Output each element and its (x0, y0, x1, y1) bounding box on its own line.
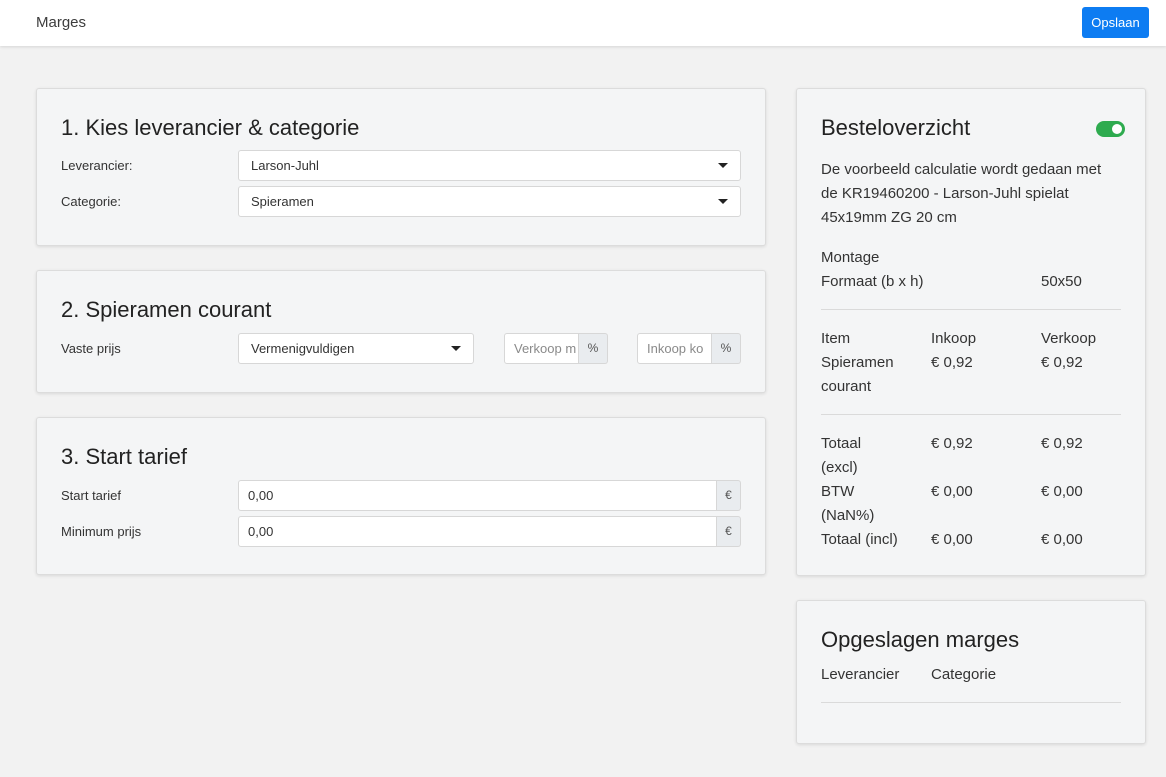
total-excl-label: Totaal (821, 435, 862, 452)
total-excl-label: (excl) (821, 459, 858, 476)
chevron-down-icon (718, 199, 728, 204)
minimum-price-label: Minimum prijs (61, 524, 142, 539)
section-title: 2. Spieramen courant (61, 297, 272, 322)
fixed-price-label: Vaste prijs (61, 341, 121, 356)
overview-title: Besteloverzicht (821, 115, 971, 140)
section-title: 1. Kies leverancier & categorie (61, 115, 360, 140)
divider (821, 702, 1121, 703)
overview-description: De voorbeeld calculatie wordt gedaan met (821, 161, 1102, 178)
top-bar: Marges Opslaan (0, 0, 1166, 46)
percent-addon: % (712, 333, 741, 364)
supplier-category-card: 1. Kies leverancier & categorie Leveranc… (36, 88, 766, 246)
minimum-price-input[interactable]: 0,00 (238, 516, 717, 547)
overview-description: de KR19460200 - Larson-Juhl spielat (821, 185, 1069, 202)
supplier-select-value: Larson-Juhl (251, 158, 319, 173)
calculation-method-value: Vermenigvuldigen (251, 341, 355, 356)
euro-addon: € (717, 480, 741, 511)
overview-description: 45x19mm ZG 20 cm (821, 209, 957, 226)
category-select-value: Spieramen (251, 194, 314, 209)
page-title: Marges (36, 14, 87, 31)
item-sale-price: € 0,92 (1041, 354, 1083, 371)
chevron-down-icon (451, 346, 461, 351)
category-select[interactable]: Spieramen (238, 186, 741, 217)
start-rate-card: 3. Start tarief Start tarief 0,00 € Mini… (36, 417, 766, 575)
divider (821, 309, 1121, 310)
format-value: 50x50 (1041, 273, 1082, 290)
column-header-item: Item (821, 330, 851, 347)
supplier-label: Leverancier: (61, 158, 133, 173)
montage-label: Montage (821, 249, 880, 266)
overview-toggle[interactable] (1096, 121, 1125, 137)
column-header-supplier: Leverancier (821, 666, 900, 683)
toggle-knob (1112, 124, 1122, 134)
column-header-sale: Verkoop (1041, 330, 1097, 347)
item-purchase-price: € 0,92 (931, 354, 973, 371)
start-rate-input[interactable]: 0,00 (238, 480, 717, 511)
supplier-select[interactable]: Larson-Juhl (238, 150, 741, 181)
start-rate-label: Start tarief (61, 488, 121, 503)
purchase-cost-input[interactable]: Inkoop ko (637, 333, 712, 364)
calculation-method-select[interactable]: Vermenigvuldigen (238, 333, 474, 364)
total-excl-sale: € 0,92 (1041, 435, 1083, 452)
category-label: Categorie: (61, 194, 121, 209)
saved-margins-title: Opgeslagen marges (821, 627, 1020, 652)
column-header-purchase: Inkoop (931, 330, 977, 347)
vat-purchase: € 0,00 (931, 483, 973, 500)
save-button[interactable]: Opslaan (1082, 7, 1149, 38)
percent-addon: % (579, 333, 608, 364)
section-title: 3. Start tarief (61, 444, 187, 469)
chevron-down-icon (718, 163, 728, 168)
total-incl-purchase: € 0,00 (931, 531, 973, 548)
format-label: Formaat (b x h) (821, 273, 924, 290)
divider (821, 414, 1121, 415)
euro-addon: € (717, 516, 741, 547)
item-name: courant (821, 378, 872, 395)
total-incl-sale: € 0,00 (1041, 531, 1083, 548)
sale-margin-input[interactable]: Verkoop m (504, 333, 579, 364)
total-incl-label: Totaal (incl) (821, 531, 898, 548)
vat-sale: € 0,00 (1041, 483, 1083, 500)
vat-label: (NaN%) (821, 507, 875, 524)
vat-label: BTW (821, 483, 855, 500)
fixed-price-card: 2. Spieramen courant Vaste prijs Vermeni… (36, 270, 766, 393)
column-header-category: Categorie (931, 666, 997, 683)
item-name: Spieramen (821, 354, 894, 371)
total-excl-purchase: € 0,92 (931, 435, 973, 452)
